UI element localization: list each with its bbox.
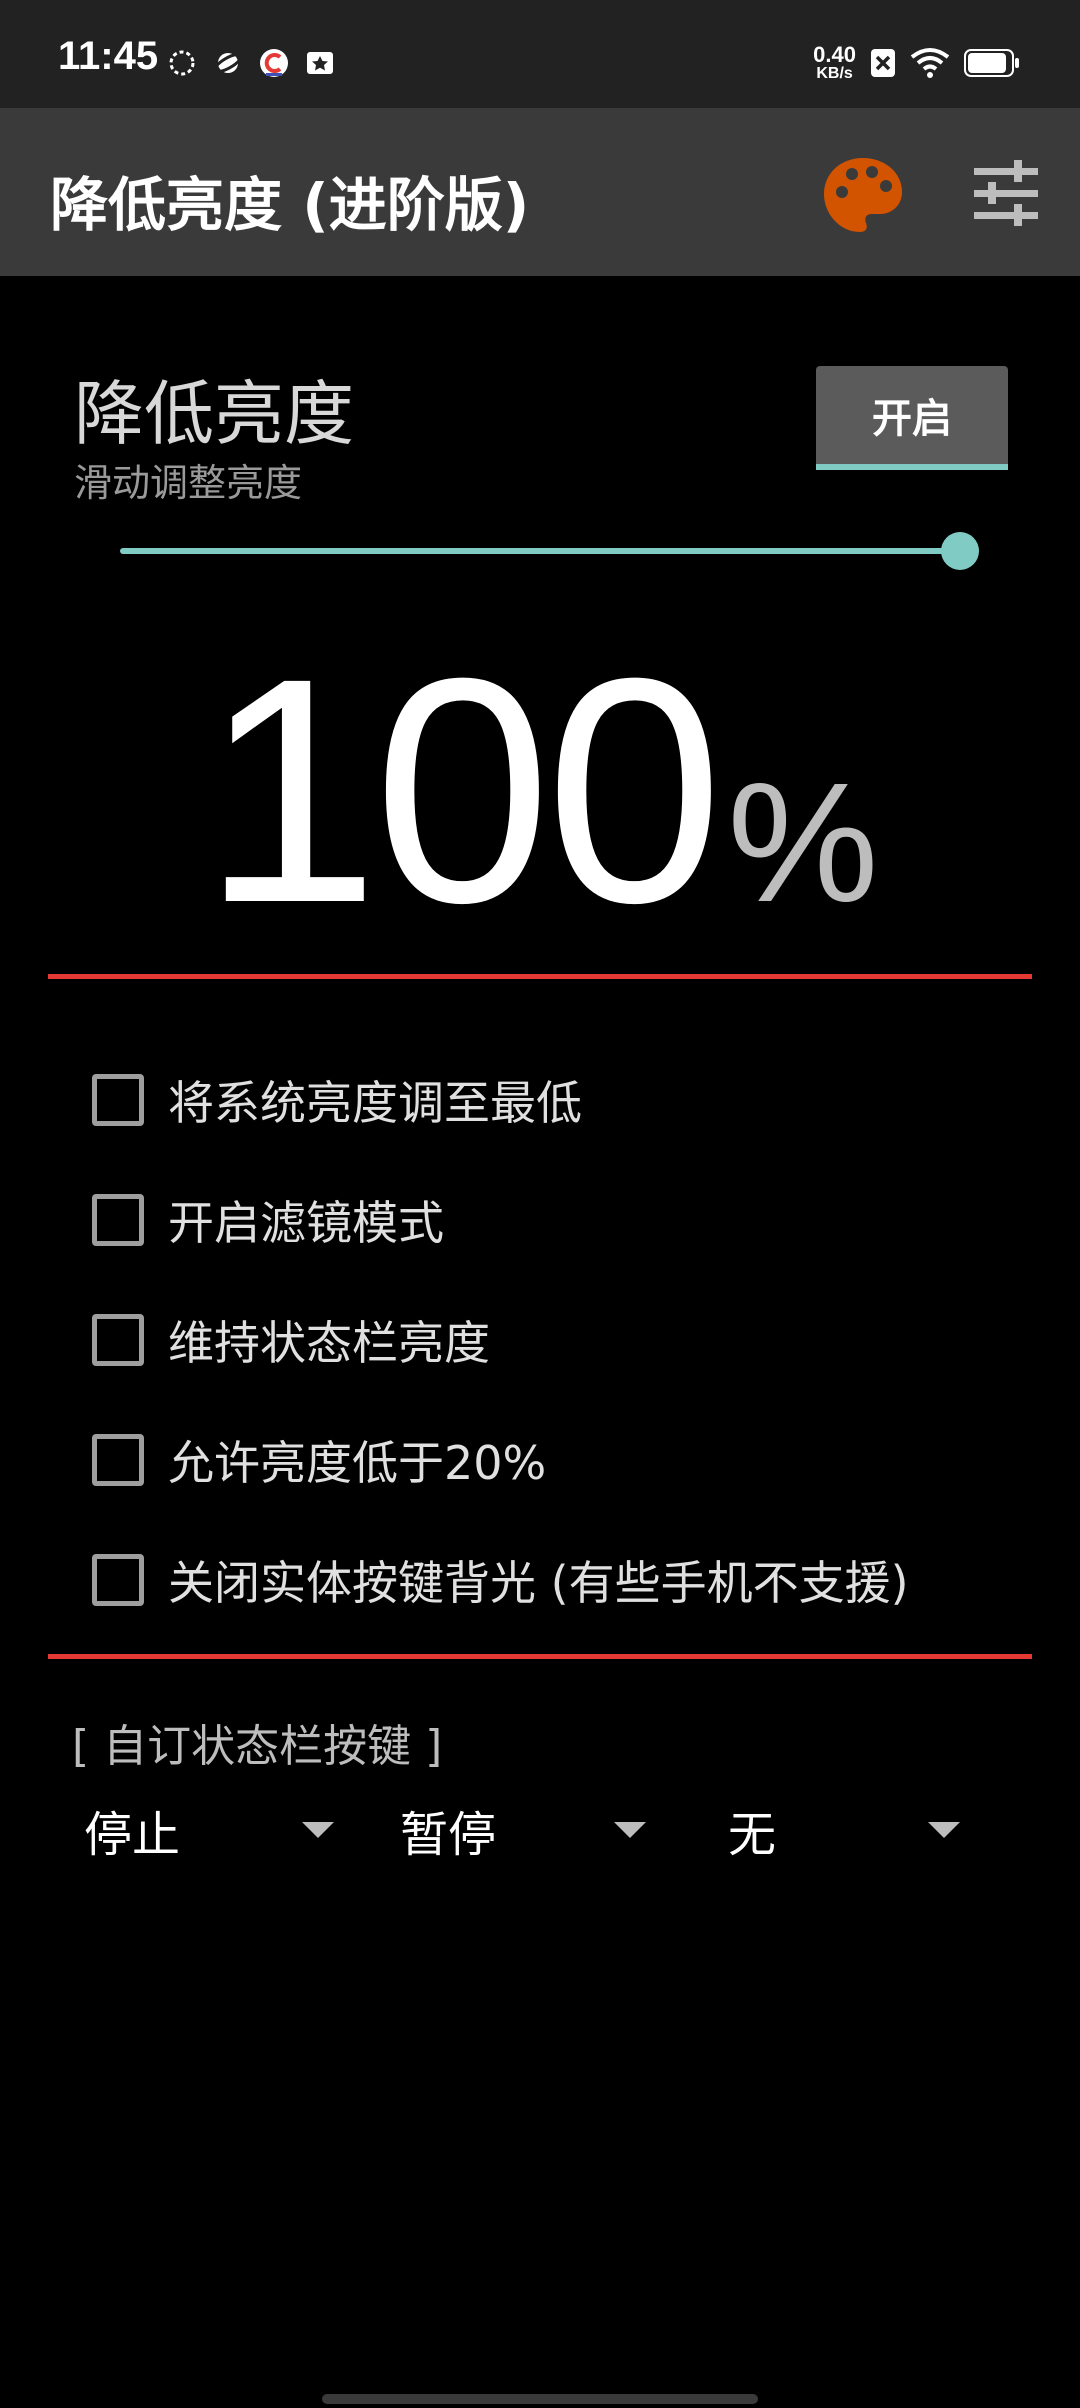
custom-keys-spinners: 停止 暂停 无 — [70, 1790, 990, 1870]
close-box-icon — [871, 49, 895, 77]
custom-keys-title: [ 自订状态栏按键 ] — [72, 1721, 443, 1772]
network-speed-value: 0.40 — [813, 42, 856, 67]
network-speed-unit: KB/s — [816, 65, 853, 82]
option-label: 维持状态栏亮度 — [168, 1316, 490, 1370]
spinner-key-1[interactable]: 停止 — [84, 1790, 344, 1870]
brightness-value: 100 — [201, 611, 723, 969]
loading-circle-icon — [169, 50, 195, 76]
app-bar: 降低亮度 (进阶版) — [0, 108, 1080, 276]
tune-settings-icon[interactable] — [970, 158, 1042, 230]
option-lower-system-brightness[interactable]: 将系统亮度调至最低 — [92, 1040, 1052, 1160]
slider-thumb[interactable] — [941, 532, 979, 570]
option-label: 开启滤镜模式 — [168, 1196, 444, 1250]
status-system-icons: 0.40 KB/s — [813, 38, 1020, 88]
option-filter-mode[interactable]: 开启滤镜模式 — [92, 1160, 1052, 1280]
option-disable-key-backlight[interactable]: 关闭实体按键背光 (有些手机不支援) — [92, 1520, 1052, 1640]
divider-top — [48, 974, 1032, 979]
star-card-icon — [307, 52, 333, 74]
status-notification-icons — [166, 44, 336, 82]
enable-toggle-button[interactable]: 开启 — [816, 366, 1008, 470]
checkbox[interactable] — [92, 1554, 144, 1606]
checkbox[interactable] — [92, 1434, 144, 1486]
battery-icon — [964, 49, 1019, 77]
brightness-subtitle: 滑动调整亮度 — [74, 461, 303, 505]
option-label: 关闭实体按键背光 (有些手机不支援) — [168, 1556, 909, 1610]
palette-icon[interactable] — [820, 152, 906, 238]
spinner-value: 暂停 — [400, 1807, 497, 1863]
brightness-readout: 100 % — [0, 630, 1080, 950]
planet-icon — [213, 52, 243, 74]
spinner-key-3[interactable]: 无 — [728, 1790, 988, 1870]
app-c-icon — [260, 49, 288, 77]
option-label: 将系统亮度调至最低 — [168, 1076, 582, 1130]
home-indicator[interactable] — [322, 2394, 758, 2404]
checkbox[interactable] — [92, 1314, 144, 1366]
dropdown-arrow-icon — [614, 1822, 646, 1838]
brightness-unit: % — [727, 748, 879, 938]
slider-track — [120, 548, 960, 554]
app-title: 降低亮度 (进阶版) — [50, 171, 530, 239]
spinner-key-2[interactable]: 暂停 — [400, 1790, 660, 1870]
brightness-slider[interactable] — [120, 530, 980, 570]
options-list: 将系统亮度调至最低 开启滤镜模式 维持状态栏亮度 允许亮度低于20% 关闭实体按… — [92, 1040, 1052, 1640]
status-bar: 11:45 0.40 KB/s — [0, 0, 1080, 108]
checkbox[interactable] — [92, 1194, 144, 1246]
dropdown-arrow-icon — [302, 1822, 334, 1838]
checkbox[interactable] — [92, 1074, 144, 1126]
wifi-icon — [910, 48, 950, 78]
network-speed: 0.40 KB/s — [813, 44, 856, 82]
spinner-value: 停止 — [84, 1807, 181, 1863]
option-keep-statusbar-brightness[interactable]: 维持状态栏亮度 — [92, 1280, 1052, 1400]
brightness-title: 降低亮度 — [74, 373, 354, 455]
option-label: 允许亮度低于20% — [168, 1436, 547, 1490]
option-allow-below-20[interactable]: 允许亮度低于20% — [92, 1400, 1052, 1520]
status-time: 11:45 — [58, 34, 159, 78]
dropdown-arrow-icon — [928, 1822, 960, 1838]
spinner-value: 无 — [728, 1807, 777, 1863]
divider-bottom — [48, 1654, 1032, 1659]
